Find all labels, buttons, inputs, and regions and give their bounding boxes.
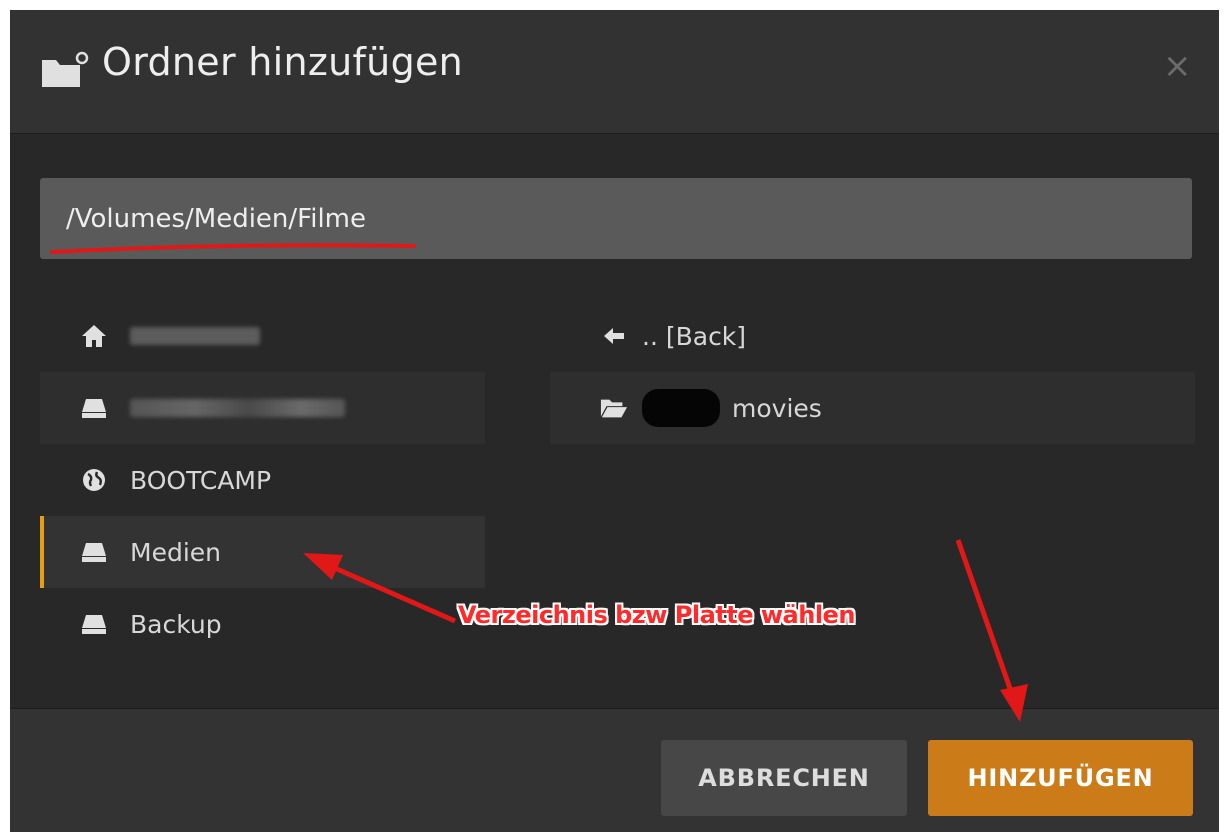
redacted-prefix — [642, 389, 720, 427]
folder-plus-icon — [42, 51, 89, 87]
folder-label: .. [Back] — [642, 321, 747, 351]
drive-icon — [80, 611, 108, 637]
arrow-left-icon — [600, 323, 628, 349]
drive-icon — [80, 539, 108, 565]
location-label: Medien — [130, 537, 221, 567]
dialog-footer: ABBRECHEN HINZUFÜGEN — [10, 708, 1219, 832]
folder-open-icon — [600, 395, 628, 421]
path-input[interactable] — [40, 178, 1192, 259]
location-item-medien[interactable]: Medien — [40, 516, 485, 588]
add-button[interactable]: HINZUFÜGEN — [928, 740, 1193, 816]
location-list: BOOTCAMP Medien Backup — [40, 300, 485, 660]
folder-item-movies[interactable]: movies — [550, 372, 1195, 444]
location-label: Backup — [130, 609, 222, 639]
drive-icon — [80, 395, 108, 421]
folder-list: .. [Back] movies — [550, 300, 1195, 444]
location-label: BOOTCAMP — [130, 465, 272, 495]
location-item-backup[interactable]: Backup — [40, 588, 485, 660]
redacted-label — [130, 327, 260, 345]
globe-icon — [80, 467, 108, 493]
folder-item-back[interactable]: .. [Back] — [550, 300, 1195, 372]
redacted-label — [130, 399, 345, 417]
location-item-bootcamp[interactable]: BOOTCAMP — [40, 444, 485, 516]
folder-label: movies — [732, 393, 822, 423]
location-item-home[interactable] — [40, 300, 485, 372]
dialog-header: Ordner hinzufügen × — [10, 10, 1219, 134]
add-folder-dialog: Ordner hinzufügen × BOOTCAMP Med — [10, 10, 1219, 832]
location-item-drive[interactable] — [40, 372, 485, 444]
home-icon — [80, 323, 108, 349]
dialog-title: Ordner hinzufügen — [102, 40, 464, 84]
cancel-button[interactable]: ABBRECHEN — [661, 740, 907, 816]
close-icon[interactable]: × — [1163, 49, 1192, 83]
